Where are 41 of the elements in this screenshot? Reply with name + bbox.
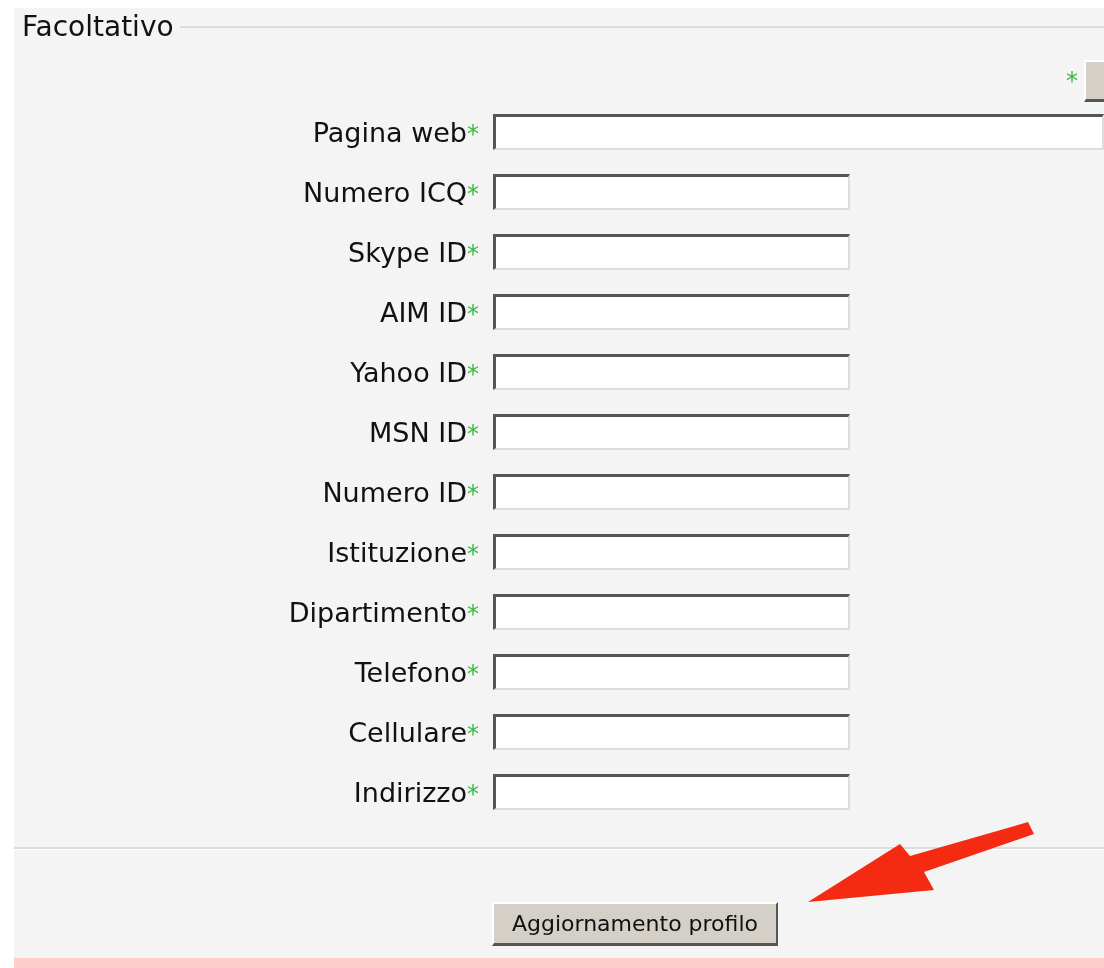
section-legend: Facoltativo (14, 10, 180, 43)
required-mark: * (467, 719, 479, 748)
field-label: Telefono (354, 656, 467, 688)
field-label: Numero ICQ (303, 176, 467, 208)
field-label: Pagina web (312, 116, 467, 148)
input-field[interactable] (493, 234, 850, 270)
required-mark: * (467, 179, 479, 208)
required-mark: * (467, 479, 479, 508)
input-field[interactable] (493, 174, 850, 210)
input-field[interactable] (493, 774, 850, 810)
field-label: Istituzione (327, 536, 467, 568)
input-field[interactable] (493, 594, 850, 630)
required-mark: * (467, 119, 479, 148)
field-label: Dipartimento (288, 596, 467, 628)
field-label: MSN ID (369, 416, 467, 448)
required-mark: * (467, 659, 479, 688)
input-field[interactable] (493, 414, 850, 450)
field-label: AIM ID (379, 296, 467, 328)
required-mark: * (467, 599, 479, 628)
field-label: Skype ID (348, 236, 467, 268)
required-mark: * (1066, 67, 1078, 95)
partial-button[interactable] (1084, 60, 1104, 102)
required-mark: * (467, 779, 479, 808)
input-field[interactable] (493, 294, 850, 330)
input-field[interactable] (493, 114, 1104, 150)
input-field[interactable] (493, 654, 850, 690)
required-mark: * (467, 539, 479, 568)
required-mark: * (467, 239, 479, 268)
field-label: Cellulare (348, 716, 467, 748)
field-label: Yahoo ID (350, 356, 467, 388)
input-field[interactable] (493, 714, 850, 750)
annotation-arrow-icon (808, 822, 1034, 902)
field-label: Indirizzo (353, 776, 467, 808)
required-mark: * (467, 419, 479, 448)
input-field[interactable] (493, 474, 850, 510)
input-field[interactable] (493, 354, 850, 390)
input-field[interactable] (493, 534, 850, 570)
update-profile-button[interactable]: Aggiornamento profilo (492, 902, 778, 946)
required-mark: * (467, 299, 479, 328)
required-mark: * (467, 359, 479, 388)
field-label: Numero ID (322, 476, 467, 508)
